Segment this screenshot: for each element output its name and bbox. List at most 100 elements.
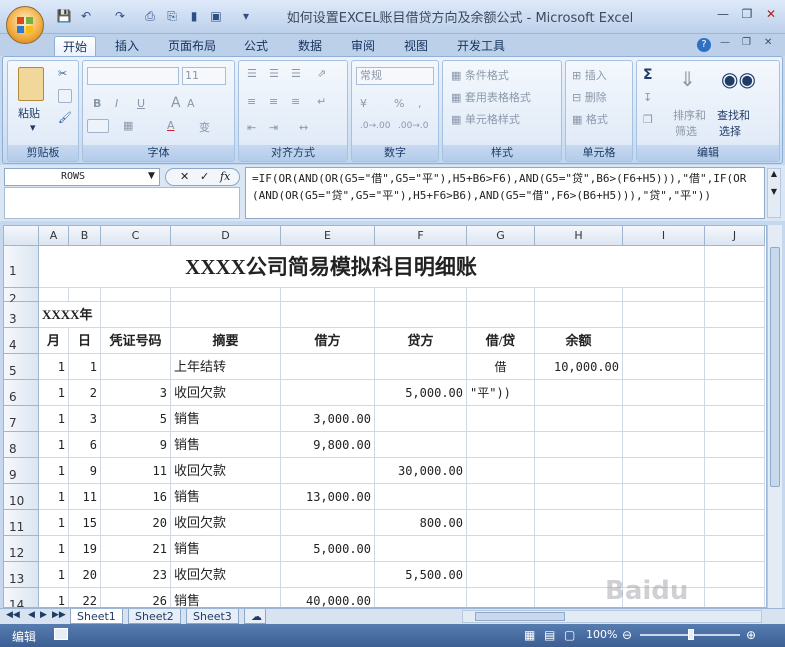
align-top-icon[interactable]: ☰ [247, 67, 257, 80]
increase-decimal-icon[interactable]: .0→.00 [360, 121, 390, 131]
insert-sheet-icon[interactable]: ☁ [244, 609, 266, 624]
horizontal-scroll-thumb[interactable] [475, 612, 565, 621]
grid-cell[interactable] [467, 288, 535, 302]
normal-view-icon[interactable]: ▦ [524, 628, 535, 642]
merge-center-icon[interactable]: ↔ [299, 121, 308, 134]
quick-print-icon[interactable]: ▮ [186, 8, 202, 24]
grid-cell[interactable] [705, 302, 765, 328]
grid-cell[interactable] [623, 328, 705, 354]
row-header[interactable]: 3 [4, 302, 39, 328]
row-header[interactable]: 10 [4, 484, 39, 510]
insert-cells-button[interactable]: ⊞ 插入 [572, 67, 607, 83]
grid-cell[interactable] [281, 302, 375, 328]
cut-icon[interactable]: ✂ [58, 67, 67, 80]
select-all-corner[interactable] [4, 226, 39, 246]
font-size-combo[interactable]: 11 [182, 67, 226, 85]
autosum-icon[interactable]: Σ [643, 67, 653, 83]
tab-page-layout[interactable]: 页面布局 [160, 36, 224, 56]
sheet-tab-2[interactable]: Sheet2 [128, 609, 181, 624]
paste-label[interactable]: 粘贴 [18, 105, 40, 121]
grid-cell[interactable] [623, 432, 705, 458]
row-header[interactable]: 13 [4, 562, 39, 588]
decrease-decimal-icon[interactable]: .00→.0 [398, 121, 428, 131]
column-header-h[interactable]: H [535, 226, 623, 246]
camera-icon[interactable]: ▣ [208, 8, 224, 24]
grid-cell[interactable] [623, 354, 705, 380]
print-preview-icon[interactable]: ⎙ [142, 8, 158, 24]
grid-cell[interactable] [623, 380, 705, 406]
grid-cell[interactable] [623, 458, 705, 484]
conditional-formatting-button[interactable]: ▦ 条件格式 [451, 67, 509, 83]
tab-data[interactable]: 数据 [290, 36, 330, 56]
sheet-nav-next-icon[interactable]: ▶ [40, 610, 47, 620]
zoom-in-icon[interactable]: ⊕ [746, 628, 756, 642]
sheet-tab-3[interactable]: Sheet3 [186, 609, 239, 624]
tab-home[interactable]: 开始 [54, 36, 97, 56]
grid-cell[interactable] [535, 288, 623, 302]
grid-cell[interactable] [375, 302, 467, 328]
filter-label[interactable]: 筛选 [675, 123, 697, 139]
spreadsheet-grid[interactable]: A B C D E F G H I J 1 2 3 4 5 6 7 8 9 10 11 12 13 14 XXXX公司简易模拟科… [3, 225, 767, 608]
paste-icon[interactable] [18, 67, 44, 101]
delete-cells-button[interactable]: ⊟ 删除 [572, 89, 607, 105]
grid-cell[interactable] [705, 588, 765, 607]
font-name-combo[interactable] [87, 67, 179, 85]
grid-cell[interactable] [467, 302, 535, 328]
select-label[interactable]: 选择 [719, 123, 741, 139]
cancel-icon[interactable]: ✕ [180, 170, 189, 183]
grid-cell[interactable] [623, 588, 705, 607]
phonetic-button[interactable]: 变 [199, 119, 210, 135]
grid-cell[interactable] [705, 562, 765, 588]
align-right-icon[interactable]: ≡ [291, 95, 300, 108]
column-header-i[interactable]: I [623, 226, 705, 246]
sheet-nav-last-icon[interactable]: ▶▶ [52, 610, 66, 620]
find-label[interactable]: 查找和 [717, 107, 750, 123]
row-header[interactable]: 1 [4, 246, 39, 288]
page-layout-view-icon[interactable]: ▤ [544, 628, 555, 642]
sheet-nav-prev-icon[interactable]: ◀ [28, 610, 35, 620]
font-color-icon[interactable]: A [167, 119, 175, 132]
grid-cell[interactable] [705, 354, 765, 380]
grid-cell[interactable] [705, 406, 765, 432]
grid-cell[interactable] [623, 288, 705, 302]
tab-formulas[interactable]: 公式 [236, 36, 276, 56]
formula-input[interactable]: =IF(OR(AND(OR(G5="借",G5="平"),H5+B6>F6),A… [245, 167, 765, 219]
grid-cell[interactable] [623, 406, 705, 432]
tab-view[interactable]: 视图 [396, 36, 436, 56]
redo-icon[interactable]: ↷ [112, 8, 128, 24]
zoom-level[interactable]: 100% [586, 628, 617, 641]
grid-cell[interactable] [69, 288, 101, 302]
office-button[interactable] [6, 6, 44, 44]
grid-cell[interactable] [535, 302, 623, 328]
number-format-combo[interactable]: 常规 [356, 67, 434, 85]
grid-cell[interactable] [705, 484, 765, 510]
shrink-font-button[interactable]: A [187, 97, 195, 110]
bold-button[interactable]: B [93, 97, 101, 110]
row-header[interactable]: 2 [4, 288, 39, 306]
horizontal-scrollbar[interactable] [462, 610, 762, 623]
row-header[interactable]: 11 [4, 510, 39, 536]
row-header[interactable]: 12 [4, 536, 39, 562]
grid-cell[interactable] [623, 484, 705, 510]
format-painter-icon[interactable]: 🖌 [58, 111, 72, 124]
column-header-e[interactable]: E [281, 226, 375, 246]
text-orientation-icon[interactable]: ⇗ [317, 67, 326, 80]
sort-label[interactable]: 排序和 [673, 107, 706, 123]
grid-cell[interactable] [705, 288, 765, 302]
zoom-out-icon[interactable]: ⊖ [622, 628, 632, 642]
print-icon[interactable]: ⎘ [164, 8, 180, 24]
align-center-icon[interactable]: ≡ [269, 95, 278, 108]
column-header-a[interactable]: A [39, 226, 69, 246]
align-middle-icon[interactable]: ☰ [269, 67, 279, 80]
grid-cell[interactable] [101, 288, 171, 302]
row-header[interactable]: 7 [4, 406, 39, 432]
row-header[interactable]: 9 [4, 458, 39, 484]
fill-icon[interactable]: ↧ [643, 91, 652, 104]
row-header[interactable]: 14 [4, 588, 39, 607]
row-header[interactable]: 4 [4, 328, 39, 354]
currency-icon[interactable]: ¥ [360, 97, 367, 110]
sheet-nav-first-icon[interactable]: ◀◀ [6, 610, 20, 620]
restore-icon[interactable]: ❐ [736, 5, 758, 23]
grid-cell[interactable] [705, 380, 765, 406]
underline-button[interactable]: U [137, 97, 145, 110]
